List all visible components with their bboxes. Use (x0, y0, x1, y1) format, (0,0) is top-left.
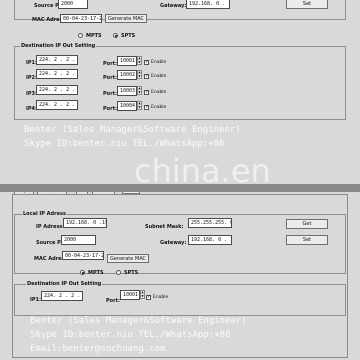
watermark-top-line1: Benter (Sales Manager&Software Engineer) (24, 125, 241, 135)
enable1-label: Enable (151, 60, 167, 65)
local-ip-group-title: Local IP Adress (22, 211, 67, 217)
bottom-gateway-label: Gateway: (160, 240, 187, 246)
bottom-gateway-input[interactable]: 192.168. 0 . 1 (188, 235, 232, 245)
enable2-label: Enable (151, 74, 167, 79)
port2-label: Port: (103, 75, 117, 81)
gateway-input[interactable]: 192.168. 0 . 1 (186, 0, 230, 9)
bottom-port1-label: Port: (106, 298, 120, 304)
port1-spinner[interactable]: ▲ ▼ (137, 56, 142, 65)
port3-input[interactable]: 10003 (117, 86, 137, 96)
bottom-spts-label: SPTS (124, 270, 139, 276)
destination-group-title: Destination IP Out Setting (20, 43, 97, 49)
source-port-input[interactable]: 2000 (58, 0, 88, 9)
port4-spinner[interactable]: ▲ ▼ (137, 101, 142, 110)
enable4-label: Enable (151, 105, 167, 110)
enable4-checkbox[interactable]: ✓ (144, 105, 149, 110)
subnet-mask-label: Subnet Mask: (145, 224, 184, 230)
bottom-port1-spinner[interactable]: ▲ ▼ (140, 290, 145, 299)
port2-spinner[interactable]: ▲ ▼ (137, 70, 142, 79)
bottom-source-port-input[interactable]: 2000 (61, 235, 96, 245)
ip4-input[interactable]: 224. 2 . 2 . 4 (36, 100, 78, 110)
ip-address-input[interactable]: 192.168. 0 .193 (63, 218, 107, 228)
bottom-mac-input[interactable]: 00-04-23-17-20-37 (62, 251, 104, 260)
watermark-top-line2: Skype ID:benter.niu TEL./WhatsApp:+86 (24, 139, 225, 149)
enable1-checkbox[interactable]: ✓ (144, 60, 149, 65)
port2-input[interactable]: 10002 (117, 70, 137, 80)
bottom-port1-input[interactable]: 10001 (120, 290, 140, 300)
watermark-bottom-line2: Skype ID:benter.niu TEL./WhatsApp:+86 (30, 330, 231, 340)
enable2-checkbox[interactable]: ✓ (144, 74, 149, 79)
watermark-bottom-line1: Benter (Sales Manager&Software Engineer) (30, 316, 247, 326)
subnet-mask-input[interactable]: 255.255.255. 0 (188, 218, 232, 228)
bottom-enable1-label: Enable (153, 295, 169, 300)
enable3-checkbox[interactable]: ✓ (144, 90, 149, 95)
get-button[interactable]: Get (286, 219, 328, 229)
watermark-bottom-line3: Email:benter@sochuang.com (30, 344, 166, 354)
bottom-spts-radio[interactable] (116, 270, 121, 275)
screenshot: Source Port: 2000 Gateway: 192.168. 0 . … (0, 0, 360, 360)
bottom-enable1-checkbox[interactable]: ✓ (146, 295, 151, 300)
set-button[interactable]: Set (286, 0, 328, 9)
bottom-ip1-label: IP1: (30, 297, 42, 303)
bottom-ip1-input[interactable]: 224. 2 . 2 . 1 (41, 291, 83, 301)
enable3-label: Enable (151, 90, 167, 95)
port1-label: Port: (103, 61, 117, 67)
spts-label: SPTS (121, 33, 136, 39)
bottom-panel: Output Video/Audio ASI Bak-NET IP Out Lo… (0, 184, 360, 360)
generate-mac-button[interactable]: Generate MAC (105, 14, 147, 23)
mpts-radio[interactable] (78, 33, 83, 38)
bottom-mpts-label: MPTS (88, 270, 104, 276)
ip3-input[interactable]: 224. 2 . 2 . 3 (36, 85, 78, 95)
port4-label: Port: (103, 106, 117, 112)
divider (0, 184, 360, 192)
port4-input[interactable]: 10004 (117, 101, 137, 111)
bottom-generate-mac-button[interactable]: Generate MAC (107, 254, 149, 263)
bottom-mpts-radio[interactable] (80, 270, 85, 275)
port3-label: Port: (103, 91, 117, 97)
mac-input[interactable]: 00-04-23-17-20-37 (60, 14, 102, 23)
bottom-set-button[interactable]: Set (286, 235, 328, 245)
ip1-input[interactable]: 224. 2 . 2 . 1 (36, 55, 78, 65)
port1-input[interactable]: 10001 (117, 56, 137, 66)
ip2-input[interactable]: 224. 2 . 2 . 2 (36, 69, 78, 79)
bottom-destination-group-title: Destination IP Out Setting (26, 281, 103, 287)
port3-spinner[interactable]: ▲ ▼ (137, 86, 142, 95)
spts-radio[interactable] (113, 33, 118, 38)
mpts-label: MPTS (86, 33, 102, 39)
ip-address-label: IP Adress: (36, 224, 65, 230)
gateway-label: Gateway: (160, 3, 187, 9)
